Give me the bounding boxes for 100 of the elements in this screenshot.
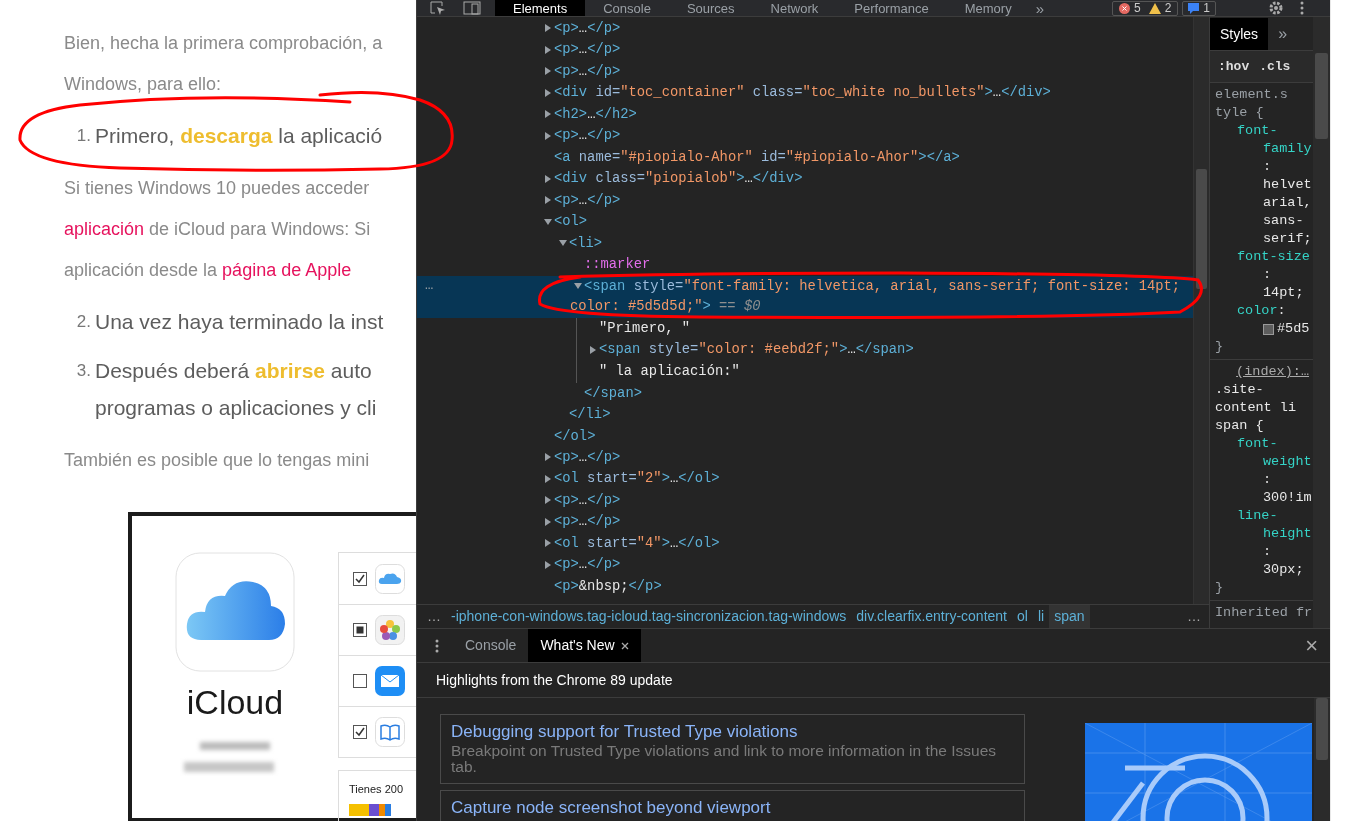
tree-node[interactable]: <span style="font-family: helvetica, arial, sans-serif; font-size: 14pt; color: #5d5d5d;"> == $0	[570, 277, 1193, 317]
property-name: font-size	[1237, 249, 1310, 264]
scrollbar-thumb[interactable]	[1315, 53, 1328, 139]
app-name: iCloud	[186, 682, 284, 722]
tree-node[interactable]: <div id="toc_container" class="toc_white no_bullets">…</div>	[540, 83, 1193, 104]
drawer-tab[interactable]: What's New	[528, 629, 641, 662]
checkbox[interactable]	[353, 571, 367, 586]
tree-node[interactable]: " la aplicación:"	[585, 361, 1193, 382]
breadcrumb[interactable]: div.clearfix.entry-content	[851, 605, 1012, 628]
text-link[interactable]: página de Apple	[222, 260, 352, 280]
panel-tab[interactable]: Elements	[495, 0, 586, 16]
tree-node[interactable]: <div class="piopialob">…</div>	[540, 169, 1193, 190]
tree-node[interactable]: <ol start="2">…</ol>	[540, 469, 1193, 490]
tree-node[interactable]: <p>…</p>	[540, 126, 1193, 147]
tree-node[interactable]: </li>	[569, 404, 611, 426]
close-icon	[620, 641, 629, 650]
close-drawer-button[interactable]: ×	[1305, 634, 1318, 657]
checkbox[interactable]	[353, 623, 367, 637]
inspect-icon	[430, 1, 446, 15]
expanded-arrow-icon[interactable]	[559, 239, 567, 247]
panel-tab[interactable]: Performance	[836, 0, 947, 16]
text-link[interactable]: aplicación	[64, 219, 145, 239]
breadcrumb[interactable]: span	[1049, 605, 1090, 628]
cloud-app-icon	[175, 552, 295, 672]
tree-node[interactable]: <p>…</p>	[540, 555, 1193, 576]
expanded-arrow-icon[interactable]	[574, 282, 582, 290]
collapsed-arrow-icon[interactable]	[544, 560, 552, 569]
error-icon	[1118, 2, 1130, 14]
panel-tab[interactable]: Console	[585, 0, 669, 16]
source-link[interactable]: (index):…	[1215, 363, 1313, 381]
tree-node[interactable]: ::marker	[570, 255, 1193, 276]
breadcrumb[interactable]: …	[417, 605, 446, 628]
settings-icon	[1268, 1, 1284, 15]
tree-node[interactable]: <p>&nbsp;</p>	[540, 576, 1193, 597]
breadcrumb[interactable]: -iphone-con-windows.tag-icloud.tag-sincronizacion.tag-windows	[446, 605, 852, 628]
collapsed-arrow-icon[interactable]	[544, 88, 552, 97]
list-number: 2.	[75, 311, 92, 333]
tree-node[interactable]: "Primero, "	[585, 318, 1193, 339]
breadcrumb[interactable]: ol	[1012, 605, 1033, 628]
tree-node[interactable]: <p>…</p>	[540, 512, 1193, 533]
collapsed-arrow-icon[interactable]	[544, 196, 552, 204]
paragraph-line: Windows, para ello:	[64, 73, 222, 96]
feature-title[interactable]: Debugging support for Trusted Type violations	[451, 721, 1014, 743]
tree-node[interactable]: <p>…</p>	[540, 447, 1193, 468]
tree-node[interactable]: <a name="#piopialo-Ahor" id="#piopialo-Ahor"></a>	[540, 147, 1193, 168]
issues-counter[interactable]: 5 2	[1111, 0, 1179, 16]
tree-node[interactable]: <span style="color: #eebd2f;">…</span>	[585, 340, 1193, 361]
collapsed-arrow-icon[interactable]	[589, 345, 597, 354]
tree-node[interactable]: <p>…</p>	[540, 490, 1193, 511]
scrollbar-thumb[interactable]	[1316, 698, 1328, 760]
panel-tab[interactable]: Network	[752, 0, 837, 16]
property-colon: :	[1263, 544, 1272, 559]
collapsed-arrow-icon[interactable]	[544, 539, 552, 547]
collapsed-arrow-icon[interactable]	[544, 496, 552, 504]
error-count: 5	[1133, 0, 1141, 17]
collapsed-arrow-icon[interactable]	[544, 453, 552, 461]
tree-node[interactable]: </span>	[584, 382, 642, 404]
color-swatch[interactable]	[1263, 324, 1274, 335]
filter-toggle[interactable]: :hov	[1218, 56, 1250, 77]
property-name: line-height	[1237, 508, 1312, 541]
tree-node[interactable]: <li>	[555, 233, 1193, 254]
checkbox[interactable]	[353, 674, 367, 688]
panel-tab[interactable]: Sources	[668, 0, 753, 16]
collapsed-arrow-icon[interactable]	[544, 24, 552, 32]
collapsed-arrow-icon[interactable]	[544, 45, 552, 54]
more-tabs-button[interactable]: »	[1029, 0, 1050, 16]
tree-node[interactable]: <p>…</p>	[540, 190, 1193, 211]
tree-node[interactable]: <p>…</p>	[540, 18, 1193, 39]
more-options-icon	[1300, 1, 1304, 15]
filter-toggle[interactable]: .cls	[1259, 56, 1291, 77]
panel-tab[interactable]: Memory	[946, 0, 1030, 16]
messages-counter[interactable]: 1	[1182, 0, 1216, 16]
scrollbar-thumb[interactable]	[1196, 169, 1207, 289]
drawer-menu-icon	[435, 638, 439, 653]
more-tabs-button[interactable]: »	[1268, 18, 1298, 50]
breadcrumb[interactable]: …	[1182, 605, 1209, 628]
tree-node[interactable]: <ol>	[540, 212, 1193, 233]
collapsed-arrow-icon[interactable]	[544, 110, 552, 118]
tree-node[interactable]: <h2>…</h2>	[540, 104, 1193, 125]
drawer-tab[interactable]: Console	[453, 629, 529, 662]
collapsed-arrow-icon[interactable]	[544, 474, 552, 483]
feature-card[interactable]: Capture node screenshot beyond viewport	[440, 790, 1025, 821]
collapsed-arrow-icon[interactable]	[544, 174, 552, 183]
feature-card[interactable]: Debugging support for Trusted Type violations Breakpoint on Trusted Type violations and link to more information in the Issues tab.	[440, 714, 1025, 784]
tree-node[interactable]: <ol start="4">…</ol>	[540, 533, 1193, 554]
collapsed-arrow-icon[interactable]	[544, 517, 552, 526]
expanded-arrow-icon[interactable]	[544, 217, 552, 226]
tree-node[interactable]: <p>…</p>	[540, 61, 1193, 82]
checkbox[interactable]	[353, 725, 367, 739]
collapsed-arrow-icon[interactable]	[544, 67, 552, 75]
tree-node[interactable]: <p>…</p>	[540, 40, 1193, 61]
property-name: font-weight	[1237, 436, 1312, 469]
warning-icon	[1148, 2, 1161, 14]
tree-node[interactable]: </ol>	[554, 425, 596, 447]
drawer-heading: Highlights from the Chrome 89 update	[417, 663, 1330, 698]
collapsed-arrow-icon[interactable]	[544, 131, 552, 140]
sidebar-tab[interactable]: Styles	[1210, 18, 1269, 50]
feature-title[interactable]: Capture node screenshot beyond viewport	[451, 797, 1014, 819]
breadcrumb[interactable]: li	[1032, 605, 1050, 628]
paragraph-line: aplicación de iCloud para Windows: Si	[64, 218, 371, 241]
